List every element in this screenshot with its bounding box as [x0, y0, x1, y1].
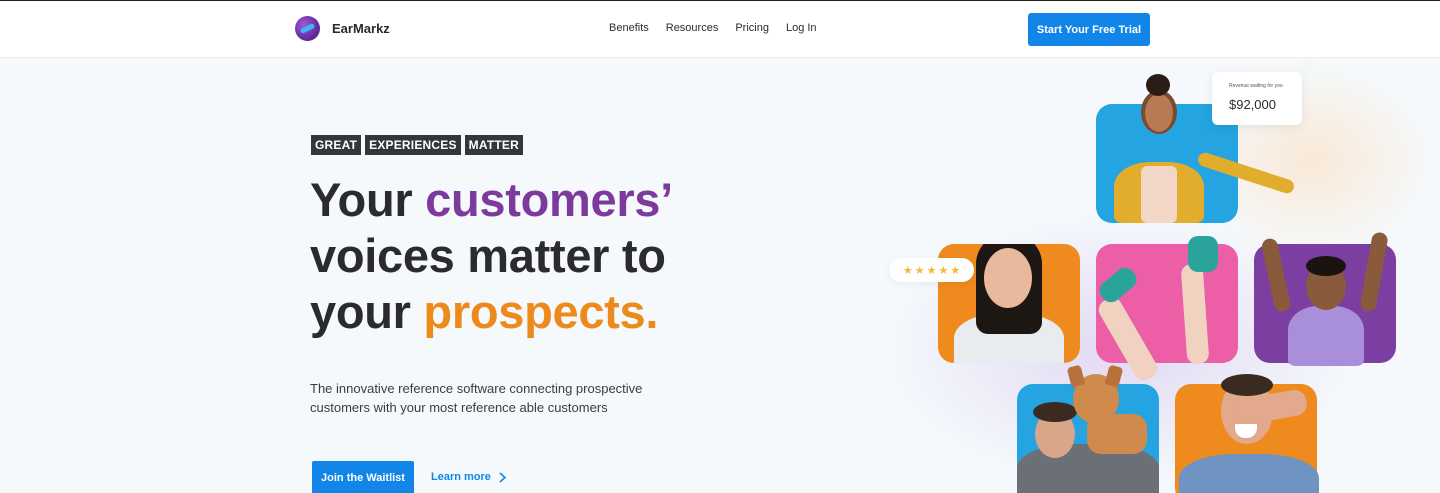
rating-card: ★ ★ ★ ★ ★ — [889, 258, 974, 282]
star-icon: ★ — [902, 264, 913, 277]
tag-experiences: EXPERIENCES — [365, 135, 461, 155]
tag-matter: MATTER — [464, 135, 523, 155]
star-icon: ★ — [950, 264, 961, 277]
learn-more-label: Learn more — [431, 471, 491, 483]
logo-icon — [295, 16, 320, 41]
top-nav-bar: EarMarkz Benefits Resources Pricing Log … — [0, 0, 1440, 58]
nav-item-login[interactable]: Log In — [786, 22, 817, 34]
chevron-right-icon — [499, 471, 506, 483]
photo-tile-legs-sneakers — [1095, 236, 1238, 384]
revenue-label: Revenue waiting for you — [1229, 83, 1283, 89]
photo-tile-man-celebrating — [1254, 231, 1396, 366]
start-free-trial-button[interactable]: Start Your Free Trial — [1028, 13, 1150, 46]
join-waitlist-button[interactable]: Join the Waitlist — [312, 461, 414, 493]
revenue-card: Revenue waiting for you $92,000 — [1212, 72, 1302, 125]
brand-name: EarMarkz — [332, 21, 390, 36]
hero-tags: GREAT EXPERIENCES MATTER — [311, 135, 523, 155]
learn-more-link[interactable]: Learn more — [431, 471, 506, 483]
headline-accent-prospects: prospects. — [423, 285, 659, 338]
revenue-value: $92,000 — [1229, 97, 1276, 112]
hero-headline: Your customers’ voices matter to your pr… — [310, 172, 730, 340]
brand-logo[interactable]: EarMarkz — [295, 16, 390, 41]
nav-item-benefits[interactable]: Benefits — [609, 22, 649, 34]
tag-great: GREAT — [311, 135, 362, 155]
photo-tile-man-covering-eyes — [1175, 374, 1319, 493]
hero-subtext: The innovative reference software connec… — [310, 381, 643, 415]
star-icon: ★ — [926, 264, 937, 277]
nav-item-pricing[interactable]: Pricing — [735, 22, 769, 34]
star-icon: ★ — [938, 264, 949, 277]
headline-accent-customers: customers’ — [425, 173, 671, 226]
nav-item-resources[interactable]: Resources — [666, 22, 719, 34]
headline-part-1: Your — [310, 173, 426, 226]
star-icon: ★ — [914, 264, 925, 277]
main-nav: Benefits Resources Pricing Log In — [609, 22, 817, 34]
photo-tile-man-with-dog — [1017, 364, 1159, 493]
